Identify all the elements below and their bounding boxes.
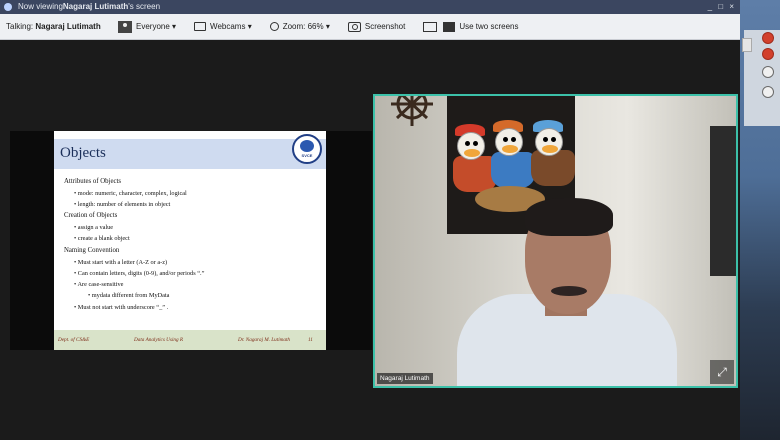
screen-person-icon (443, 21, 456, 32)
slide-footer: Dept. of CS&E Data Analytics Using R Dr.… (54, 330, 326, 350)
title-bar: Now viewing Nagaraj Lutimath 's screen _… (0, 0, 740, 14)
ship-wheel-decoration (391, 96, 433, 126)
mini-window-icon[interactable] (742, 38, 752, 52)
zoom-icon (269, 22, 279, 31)
screenshot-label: Screenshot (364, 22, 406, 31)
webcams-button[interactable]: Webcams ▾ (194, 22, 252, 31)
footer-course: Data Analytics Using R (134, 337, 184, 343)
participant-name-tag: Nagaraj Lutimath (377, 373, 433, 384)
two-screens-button[interactable]: Use two screens (423, 21, 519, 32)
college-logo-icon: SVCE (292, 134, 322, 164)
webcams-label: Webcams ▾ (210, 22, 252, 31)
everyone-label: Everyone ▾ (136, 22, 177, 31)
slide-bullet: mode: numeric, character, complex, logic… (64, 190, 322, 197)
camera-icon (347, 21, 361, 32)
talking-indicator: Talking: Nagaraj Lutimath (0, 22, 118, 31)
title-presenter: Nagaraj Lutimath (62, 2, 129, 11)
slide-body: Attributes of Objects mode: numeric, char… (64, 178, 322, 316)
slide-bullet: mydata different from MyData (64, 293, 322, 300)
title-suffix: 's screen (128, 2, 161, 11)
title-prefix: Now viewing (18, 2, 63, 11)
footer-page-number: 11 (308, 337, 313, 343)
app-window: Now viewing Nagaraj Lutimath 's screen _… (0, 0, 780, 440)
slide-bullet: length: number of elements in object (64, 201, 322, 208)
settings-icon[interactable] (762, 66, 774, 78)
webcam-icon (194, 22, 207, 31)
slide-bullet: Can contain letters, digits (0-9), and/o… (64, 270, 322, 277)
shared-screen-stage: Objects SVCE Attributes of Objects mode: … (0, 40, 740, 440)
logo-text: SVCE (301, 153, 313, 158)
window-controls[interactable]: _ □ × (708, 0, 736, 14)
presentation-slide: Objects SVCE Attributes of Objects mode: … (54, 131, 326, 350)
slide-bullet: Must start with a letter (A-Z or a-z) (64, 259, 322, 266)
help-icon[interactable] (762, 86, 774, 98)
talking-label: Talking: (6, 22, 34, 31)
screenshot-button[interactable]: Screenshot (347, 21, 406, 32)
toolbar: Talking: Nagaraj Lutimath Everyone ▾ Web… (0, 14, 740, 40)
slide-bullet: create a blank object (64, 236, 322, 243)
slide-bullet: Must not start with underscore “_” . (64, 304, 322, 311)
slide-bullet: assign a value (64, 224, 322, 231)
slide-title: Objects (60, 145, 106, 161)
slide-bullet: Are case-sensitive (64, 281, 322, 288)
desktop-background (740, 0, 780, 440)
webcam-video[interactable]: Nagaraj Lutimath ⤢ (373, 94, 738, 388)
two-screens-label: Use two screens (459, 22, 519, 31)
zoom-label: Zoom: 66% ▾ (282, 22, 330, 31)
footer-author: Dr. Nagaraj M. Lutimath (238, 337, 291, 343)
zoom-button[interactable]: Zoom: 66% ▾ (269, 22, 330, 31)
talking-name: Nagaraj Lutimath (35, 22, 101, 31)
record-icon[interactable] (762, 32, 774, 44)
screen-icon (423, 21, 438, 32)
slide-heading: Attributes of Objects (64, 178, 122, 185)
slide-heading: Naming Convention (64, 246, 120, 254)
alert-icon[interactable] (762, 48, 774, 60)
everyone-button[interactable]: Everyone ▾ (118, 20, 177, 33)
footer-dept: Dept. of CS&E (58, 337, 90, 343)
people-icon (118, 20, 132, 33)
app-logo-icon (4, 3, 12, 11)
expand-icon[interactable]: ⤢ (710, 360, 734, 384)
slide-heading: Creation of Objects (64, 212, 118, 220)
slide-pane: Objects SVCE Attributes of Objects mode: … (10, 131, 372, 350)
